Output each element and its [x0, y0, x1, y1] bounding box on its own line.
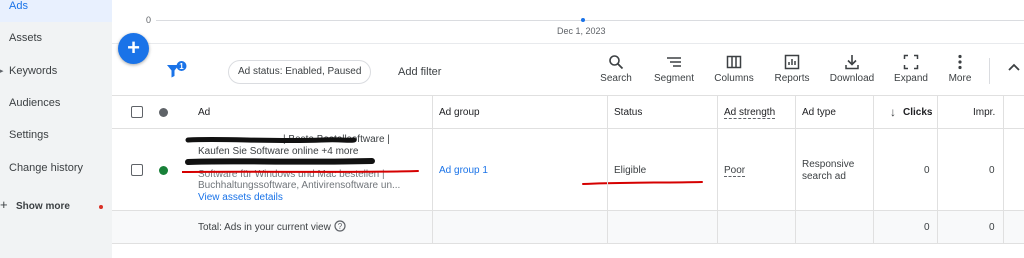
reports-button[interactable]: Reports [772, 54, 812, 88]
total-row: Total: Ads in your current view ? 0 0 [112, 211, 1024, 244]
reports-label: Reports [774, 73, 810, 84]
plus-icon: + [0, 197, 8, 212]
sidebar-item-change-history[interactable]: Change history [9, 162, 83, 174]
header-ad-group[interactable]: Ad group [439, 107, 480, 118]
status-column-icon [159, 108, 168, 117]
toolbar-divider [989, 58, 990, 84]
more-button[interactable]: More [946, 54, 974, 88]
table-header-row: Ad Ad group Status Ad strength Ad type ↓… [112, 96, 1024, 129]
ad-group-link[interactable]: Ad group 1 [439, 165, 488, 176]
filter-icon[interactable]: 1 [166, 61, 188, 79]
ads-table: Ad Ad group Status Ad strength Ad type ↓… [112, 96, 1024, 258]
reports-icon [784, 54, 800, 70]
column-divider [607, 96, 608, 244]
ad-type-line-2: search ad [802, 171, 846, 182]
chart-line [156, 20, 1024, 21]
chart-point[interactable] [581, 18, 585, 22]
download-icon [845, 55, 859, 70]
column-divider [873, 96, 874, 244]
total-clicks: 0 [924, 222, 930, 233]
expand-button[interactable]: Expand [892, 54, 930, 88]
status-value: Eligible [614, 165, 647, 176]
show-more-button[interactable]: + Show more [0, 197, 112, 215]
column-divider [937, 96, 938, 244]
columns-icon [726, 55, 742, 69]
select-all-checkbox[interactable] [131, 106, 143, 118]
expand-label: Expand [894, 73, 928, 84]
header-clicks[interactable]: Clicks [903, 107, 932, 118]
download-button[interactable]: Download [828, 54, 876, 88]
notification-dot [99, 205, 103, 209]
header-status[interactable]: Status [614, 107, 642, 118]
red-underline [582, 181, 703, 185]
performance-chart: 0 Dec 1, 2023 [112, 0, 1024, 44]
help-icon[interactable]: ? [334, 220, 346, 235]
impr-value: 0 [989, 165, 995, 176]
column-divider [432, 96, 433, 244]
sidebar-item-keywords[interactable]: Keywords [9, 65, 57, 77]
sidebar-item-assets[interactable]: Assets [9, 32, 42, 44]
more-label: More [948, 73, 972, 84]
redaction-scribble [182, 136, 419, 173]
search-icon [609, 55, 624, 70]
ad-type-line-1: Responsive [802, 159, 855, 170]
total-impr: 0 [989, 222, 995, 233]
download-label: Download [829, 73, 875, 84]
header-ad-strength[interactable]: Ad strength [724, 107, 776, 119]
table-row: | Beste Bestellsoftware | Kaufen Sie Sof… [112, 129, 1024, 211]
more-vert-icon [958, 54, 962, 70]
columns-button[interactable]: Columns [713, 54, 755, 88]
status-filter-chip[interactable]: Ad status: Enabled, Paused [228, 60, 372, 84]
svg-text:?: ? [338, 222, 343, 231]
column-divider [717, 96, 718, 244]
chart-y-zero-label: 0 [146, 15, 152, 25]
expand-icon [903, 54, 919, 70]
show-more-label: Show more [16, 201, 70, 212]
segment-button[interactable]: Segment [653, 54, 695, 88]
header-ad[interactable]: Ad [198, 107, 210, 118]
segment-icon [667, 57, 681, 67]
column-divider [795, 96, 796, 244]
row-checkbox[interactable] [131, 164, 143, 176]
expand-arrow-icon[interactable]: ▸ [0, 67, 4, 75]
segment-label: Segment [653, 73, 695, 84]
table-toolbar: 1 Ad status: Enabled, Paused Add filter … [112, 46, 1024, 96]
view-assets-link[interactable]: View assets details [198, 192, 398, 204]
columns-label: Columns [714, 73, 754, 84]
column-divider [1003, 96, 1004, 244]
chevron-up-icon[interactable] [1007, 60, 1024, 80]
ad-type-value: Responsive search ad [802, 159, 854, 183]
sidebar-item-audiences[interactable]: Audiences [9, 97, 60, 109]
filter-badge: 1 [179, 62, 184, 71]
sidebar-item-settings[interactable]: Settings [9, 129, 49, 141]
header-ad-type[interactable]: Ad type [802, 107, 836, 118]
arrow-down-icon: ↓ [890, 105, 896, 119]
ad-strength-value[interactable]: Poor [724, 165, 746, 177]
sidebar-item-ads[interactable]: Ads [0, 0, 112, 22]
chart-date-label: Dec 1, 2023 [557, 26, 606, 36]
header-impr[interactable]: Impr. [973, 107, 995, 118]
search-label: Search [600, 73, 632, 84]
next-row-partial [112, 244, 1024, 258]
add-filter-button[interactable]: Add filter [398, 66, 441, 78]
main-content: 0 Dec 1, 2023 + 1 Ad status: Enabled, Pa… [112, 0, 1024, 258]
status-dot-icon [159, 166, 168, 175]
search-button[interactable]: Search [598, 54, 634, 88]
sidebar: Ads Assets ▸ Keywords Audiences Settings… [0, 0, 112, 258]
clicks-value: 0 [924, 165, 930, 176]
total-label: Total: Ads in your current view [198, 222, 331, 233]
